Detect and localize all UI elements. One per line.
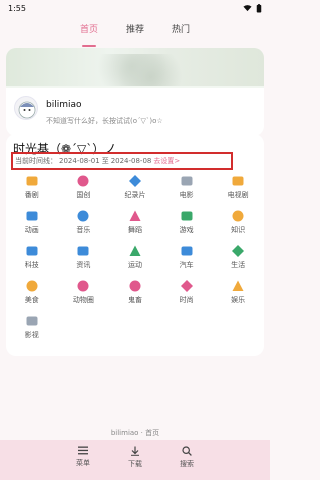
guochuang-icon [76,174,90,188]
status-icons [243,3,262,13]
category-label: 鬼畜 [127,296,142,304]
category-label: 电影 [179,191,194,199]
category-label: 运动 [127,261,142,269]
film-icon [25,314,39,328]
category-movie[interactable]: 电影 [161,174,213,200]
food-icon [25,279,39,293]
tv-icon [231,174,245,188]
category-label: 资讯 [76,261,91,269]
profile-card[interactable]: bilimiao 不知道写什么好，长按试试(o´▽`)o☆ [6,48,264,136]
car-icon [180,244,194,258]
nav-download-label: 下载 [128,460,142,468]
date-end: 2024-08-08 [110,157,152,165]
status-time: 1:55 [8,3,26,13]
top-tabs: 首页 推荐 热门 [0,22,270,47]
category-animation[interactable]: 动画 [6,209,58,235]
category-fashion[interactable]: 时尚 [161,279,213,305]
username: bilimiao [46,100,82,110]
category-music[interactable]: 音乐 [58,209,110,235]
timeline-date-row[interactable]: 当前时间线： 2024-08-01 至 2024-08-08 去设置> [11,152,233,170]
life-icon [231,244,245,258]
category-label: 娱乐 [231,296,246,304]
nav-menu-button[interactable]: 菜单 [76,446,90,480]
profile-row[interactable]: bilimiao 不知道写什么好，长按试试(o´▽`)o☆ [6,88,264,136]
category-animal[interactable]: 动物圈 [58,279,110,305]
category-film[interactable]: 影视 [6,314,58,340]
category-label: 动物圈 [72,296,94,304]
category-label: 时尚 [179,296,194,304]
category-knowledge[interactable]: 知识 [212,209,264,235]
category-grid: 番剧 国创 纪录片 电影 电视剧动画 音乐 舞蹈 游戏 知识科技 资讯 运动 汽车 生活美食 动物圈 鬼畜 时… [6,174,264,340]
category-tech[interactable]: 科技 [6,244,58,270]
category-food[interactable]: 美食 [6,279,58,305]
footer-title: bilimiao · 首页 [110,429,160,437]
category-label: 动画 [24,226,39,234]
category-guochuang[interactable]: 国创 [58,174,110,200]
menu-icon [78,446,88,455]
tab-popular[interactable]: 热门 [172,22,190,42]
signature: 不知道写什么好，长按试试(o´▽`)o☆ [46,117,163,125]
knowledge-icon [231,209,245,223]
sports-icon [128,244,142,258]
category-label: 番剧 [24,191,39,199]
category-label: 知识 [231,226,246,234]
category-documentary[interactable]: 纪录片 [109,174,161,200]
category-life[interactable]: 生活 [212,244,264,270]
nav-menu-label: 菜单 [76,459,90,467]
category-label: 汽车 [179,261,194,269]
status-bar: 1:55 [0,0,270,16]
category-label: 纪录片 [124,191,146,199]
bangumi-icon [25,174,39,188]
category-label: 影视 [24,331,39,339]
date-prefix: 当前时间线： [15,157,57,165]
download-icon [131,446,139,456]
game-icon [180,209,194,223]
category-sports[interactable]: 运动 [109,244,161,270]
music-icon [76,209,90,223]
dance-icon [128,209,142,223]
banner-image [6,48,264,86]
animation-icon [25,209,39,223]
category-label: 音乐 [76,226,91,234]
wifi-icon [243,5,252,12]
category-label: 国创 [76,191,91,199]
kichiku-icon [128,279,142,293]
movie-icon [180,174,194,188]
category-label: 生活 [231,261,246,269]
category-kichiku[interactable]: 鬼畜 [109,279,161,305]
date-settings-link[interactable]: 去设置> [153,156,180,166]
category-game[interactable]: 游戏 [161,209,213,235]
avatar[interactable] [14,96,38,120]
entertainment-icon [231,279,245,293]
fashion-icon [180,279,194,293]
category-entertainment[interactable]: 娱乐 [212,279,264,305]
battery-icon [256,3,262,13]
date-separator: 至 [101,157,109,165]
category-news[interactable]: 资讯 [58,244,110,270]
tab-home[interactable]: 首页 [80,22,98,47]
nav-download-button[interactable]: 下载 [128,446,142,480]
animal-icon [76,279,90,293]
news-icon [76,244,90,258]
category-car[interactable]: 汽车 [161,244,213,270]
nav-search-label: 搜索 [180,460,194,468]
category-dance[interactable]: 舞蹈 [109,209,161,235]
timeline-card: 时光基（❁´▽`）ノ 当前时间线： 2024-08-01 至 2024-08-0… [6,134,264,356]
category-label: 游戏 [179,226,194,234]
documentary-icon [128,174,142,188]
tech-icon [25,244,39,258]
category-tv[interactable]: 电视剧 [212,174,264,200]
nav-search-button[interactable]: 搜索 [180,446,194,480]
category-label: 舞蹈 [127,226,142,234]
category-label: 科技 [24,261,39,269]
date-start: 2024-08-01 [59,157,100,165]
search-icon [182,446,192,456]
tab-recommend[interactable]: 推荐 [126,22,144,42]
category-label: 美食 [24,296,39,304]
bottom-nav: 菜单 下载 搜索 [0,440,270,480]
category-label: 电视剧 [227,191,249,199]
category-bangumi[interactable]: 番剧 [6,174,58,200]
